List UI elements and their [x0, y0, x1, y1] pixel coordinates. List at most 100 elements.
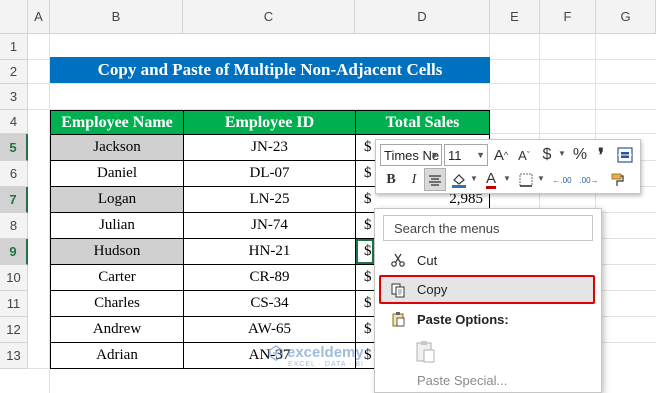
cell-employee-id[interactable]: CS-34 [183, 290, 356, 317]
format-cells-icon [617, 147, 633, 163]
menu-item-copy-label: Copy [417, 282, 448, 297]
header-employee-name[interactable]: Employee Name [50, 110, 184, 135]
cell-employee-id[interactable]: JN-74 [183, 212, 356, 239]
menu-item-paste-options: Paste Options: [381, 306, 595, 332]
center-align-icon [429, 174, 441, 186]
bold-glyph: B [386, 172, 396, 187]
row-header-12[interactable]: 12 [0, 317, 28, 343]
row-header-8[interactable]: 8 [0, 213, 28, 239]
menu-item-paste-special[interactable]: Paste Special... [381, 367, 595, 393]
decrease-font-glyph: A [518, 147, 527, 163]
cell-employee-name[interactable]: Andrew [50, 316, 184, 343]
cell-employee-name[interactable]: Julian [50, 212, 184, 239]
column-header-f[interactable]: F [540, 0, 596, 34]
column-header-a[interactable]: A [28, 0, 50, 34]
increase-decimal-glyph: .00→ [579, 175, 599, 185]
font-color-glyph: A [485, 169, 496, 189]
cell-employee-id[interactable]: HN-21 [183, 238, 356, 265]
format-cells-button[interactable] [614, 144, 636, 166]
cell-employee-name[interactable]: Charles [50, 290, 184, 317]
row-header-1[interactable]: 1 [0, 34, 28, 60]
watermark-name: exceldemy [287, 344, 364, 361]
paste-clipboard-icon [385, 311, 411, 327]
header-employee-id[interactable]: Employee ID [183, 110, 356, 135]
currency-format-button[interactable]: $ [536, 144, 558, 166]
increase-font-size-button[interactable]: A ^ [490, 144, 512, 166]
center-align-button[interactable] [424, 168, 446, 191]
decrease-font-size-button[interactable]: Aˇ [513, 144, 535, 166]
cell-employee-name[interactable]: Logan [50, 186, 184, 213]
row-header-9[interactable]: 9 [0, 239, 28, 265]
decrease-decimal-glyph: ←.00 [552, 175, 572, 185]
chevron-down-icon[interactable]: ▼ [537, 174, 545, 183]
menu-search-placeholder: Search the menus [394, 220, 500, 236]
row-header-11[interactable]: 11 [0, 291, 28, 317]
row-header-10[interactable]: 10 [0, 265, 28, 291]
row-header-2[interactable]: 2 [0, 60, 28, 84]
cell-employee-id[interactable]: DL-07 [183, 160, 356, 187]
increase-font-glyph: A [493, 146, 504, 164]
chevron-down-icon[interactable]: ▼ [430, 150, 439, 160]
column-header-b[interactable]: B [50, 0, 183, 34]
select-all-corner[interactable] [0, 0, 28, 34]
mini-toolbar: Times Ne ▼ 11 ▼ A ^ Aˇ $ ▼ % ❜ B I ▼ A ▼ … [375, 139, 641, 194]
menu-item-cut[interactable]: Cut [381, 247, 595, 273]
gridline [490, 133, 656, 134]
fill-color-button[interactable] [448, 169, 470, 191]
column-header-d[interactable]: D [355, 0, 490, 34]
currency-symbol: $ [364, 269, 372, 285]
column-header-g[interactable]: G [596, 0, 656, 34]
cell-employee-id[interactable]: JN-23 [183, 134, 356, 161]
column-header-e[interactable]: E [490, 0, 540, 34]
italic-button[interactable]: I [403, 169, 425, 191]
row-header-5[interactable]: 5 [0, 134, 28, 161]
chevron-down-icon[interactable]: ▼ [558, 149, 566, 158]
row-header-3[interactable]: 3 [0, 84, 28, 110]
borders-button[interactable] [515, 169, 537, 191]
gridline [28, 83, 656, 84]
paste-clipboard-icon [416, 341, 435, 363]
cell-employee-name[interactable]: Carter [50, 264, 184, 291]
comma-style-button[interactable]: ❜ [591, 144, 611, 166]
chevron-down-icon[interactable]: ▼ [503, 174, 511, 183]
column-header-c[interactable]: C [183, 0, 355, 34]
chevron-down-icon[interactable]: ▼ [476, 150, 485, 160]
chevron-down-icon[interactable]: ▼ [470, 174, 478, 183]
paint-bucket-icon [452, 174, 466, 188]
cell-employee-name[interactable]: Daniel [50, 160, 184, 187]
menu-search-input[interactable]: Search the menus [383, 215, 593, 241]
borders-icon [519, 173, 533, 187]
currency-symbol: $ [364, 139, 372, 155]
header-total-sales[interactable]: Total Sales [355, 110, 490, 135]
row-header-4[interactable]: 4 [0, 110, 28, 134]
percent-format-button[interactable]: % [569, 144, 591, 166]
format-painter-icon [611, 173, 624, 186]
cell-employee-name[interactable]: Hudson [50, 238, 184, 265]
cell-employee-name[interactable]: Adrian [50, 342, 184, 369]
menu-item-copy[interactable]: Copy [379, 275, 595, 304]
paste-button[interactable] [411, 337, 439, 365]
cell-employee-name[interactable]: Jackson [50, 134, 184, 161]
font-name-box[interactable]: Times Ne ▼ [380, 144, 442, 166]
comma-glyph: ❜ [598, 144, 604, 165]
bold-button[interactable]: B [380, 169, 402, 191]
currency-symbol: $ [364, 165, 372, 181]
row-header-7[interactable]: 7 [0, 187, 28, 213]
currency-symbol: $ [364, 295, 372, 311]
font-color-button[interactable]: A [480, 169, 502, 191]
font-size-box[interactable]: 11 ▼ [444, 144, 488, 166]
decrease-decimal-button[interactable]: ←.00 [550, 169, 574, 191]
currency-symbol: $ [364, 321, 372, 337]
menu-item-paste-special-label: Paste Special... [417, 372, 508, 388]
format-painter-button[interactable] [606, 169, 630, 191]
sheet-title[interactable]: Copy and Paste of Multiple Non-Adjacent … [50, 57, 490, 83]
exceldemy-logo-icon [269, 344, 283, 361]
cell-employee-id[interactable]: LN-25 [183, 186, 356, 213]
context-menu: Search the menus Cut Copy Paste Options:… [374, 208, 602, 393]
row-header-13[interactable]: 13 [0, 343, 28, 369]
row-header-6[interactable]: 6 [0, 161, 28, 187]
scissors-icon [385, 252, 411, 268]
cell-employee-id[interactable]: CR-89 [183, 264, 356, 291]
increase-decimal-button[interactable]: .00→ [577, 169, 601, 191]
cell-employee-id[interactable]: AW-65 [183, 316, 356, 343]
